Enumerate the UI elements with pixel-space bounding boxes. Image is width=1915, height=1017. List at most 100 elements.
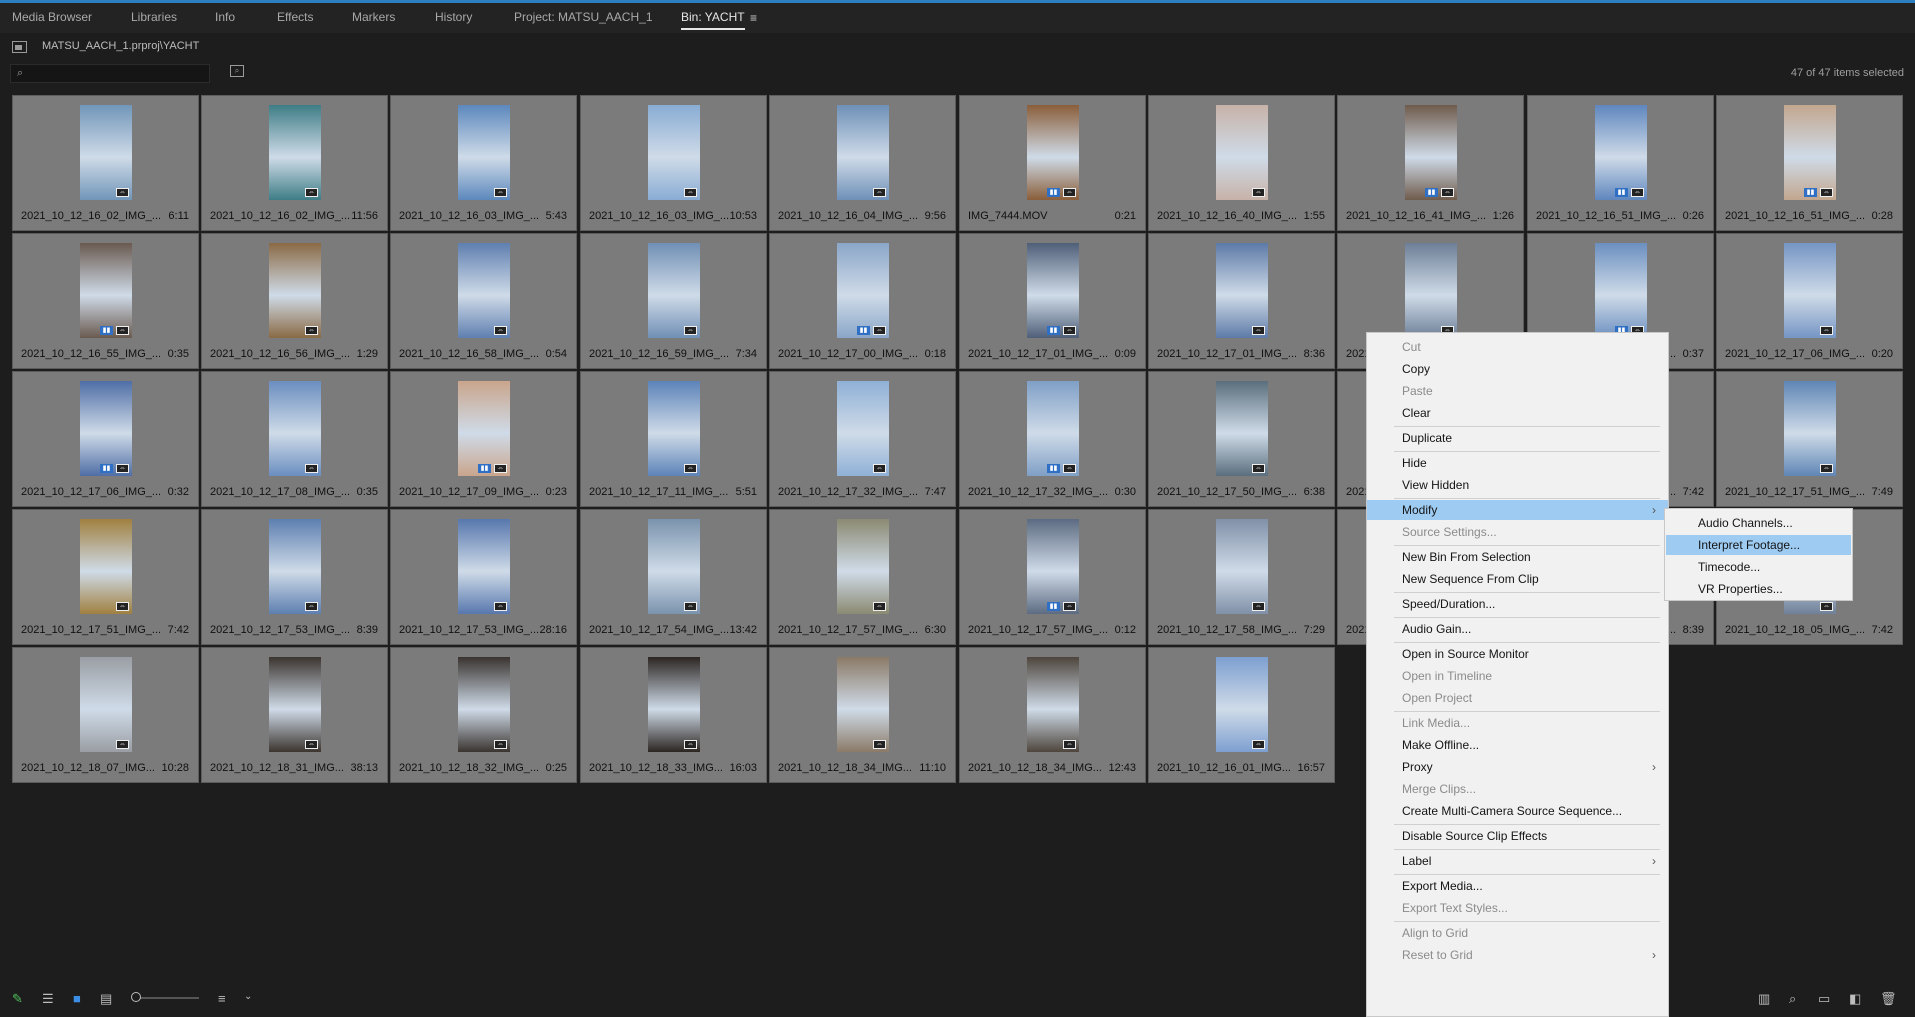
menu-item-audio-gain[interactable]: Audio Gain... xyxy=(1367,619,1668,639)
tab-effects[interactable]: Effects xyxy=(277,10,313,24)
clip-tile[interactable]: ⇔ ▮▮ 2021_10_12_17_00_IMG_... 0:18 xyxy=(769,233,956,369)
menu-item-label: Merge Clips... xyxy=(1402,782,1477,796)
clip-tile[interactable]: ⇔ 2021_10_12_17_57_IMG_... 6:30 xyxy=(769,509,956,645)
clip-thumbnail: ⇔ ▮▮ xyxy=(1027,519,1079,614)
clip-tile[interactable]: ⇔ ▮▮ 2021_10_12_17_32_IMG_... 0:30 xyxy=(959,371,1146,507)
video-badge-icon: ⇔ xyxy=(1252,188,1265,197)
tab-libraries[interactable]: Libraries xyxy=(131,10,177,24)
clip-tile[interactable]: ⇔ 2021_10_12_18_33_IMG... 16:03 xyxy=(580,647,767,783)
menu-item-modify[interactable]: Modify › xyxy=(1367,500,1668,520)
clip-tile[interactable]: ⇔ 2021_10_12_17_50_IMG_... 6:38 xyxy=(1148,371,1335,507)
clip-thumbnail: ⇔ ▮▮ xyxy=(1595,243,1647,338)
pencil-icon[interactable]: ✎ xyxy=(12,991,23,1007)
automate-to-sequence-icon[interactable]: ▥ xyxy=(1758,991,1770,1007)
clip-tile[interactable]: ⇔ ▮▮ 2021_10_12_17_01_IMG_... 0:09 xyxy=(959,233,1146,369)
video-badge-icon: ⇔ xyxy=(305,464,318,473)
tab-bin-yacht[interactable]: Bin: YACHT xyxy=(681,10,745,30)
clip-tile[interactable]: ⇔ 2021_10_12_16_03_IMG_... 5:43 xyxy=(390,95,577,231)
clip-tile[interactable]: ⇔ 2021_10_12_16_40_IMG_... 1:55 xyxy=(1148,95,1335,231)
clip-tile[interactable]: ⇔ ▮▮ 2021_10_12_17_57_IMG_... 0:12 xyxy=(959,509,1146,645)
clip-tile[interactable]: ⇔ 2021_10_12_17_51_IMG_... 7:42 xyxy=(12,509,199,645)
submenu-arrow-icon: › xyxy=(1652,948,1656,962)
zoom-slider-knob[interactable] xyxy=(131,992,141,1002)
menu-item-create-multi-camera-source-sequence[interactable]: Create Multi-Camera Source Sequence... xyxy=(1367,801,1668,821)
clip-tile[interactable]: ⇔ 2021_10_12_18_31_IMG... 38:13 xyxy=(201,647,388,783)
menu-item-new-sequence-from-clip[interactable]: New Sequence From Clip xyxy=(1367,569,1668,589)
clip-tile[interactable]: ⇔ 2021_10_12_16_04_IMG_... 9:56 xyxy=(769,95,956,231)
clip-tile[interactable]: ⇔ 2021_10_12_17_54_IMG_... 13:42 xyxy=(580,509,767,645)
clip-tile[interactable]: ⇔ 2021_10_12_16_01_IMG... 16:57 xyxy=(1148,647,1335,783)
clip-tile[interactable]: ⇔ 2021_10_12_18_34_IMG... 12:43 xyxy=(959,647,1146,783)
menu-item-speed-duration[interactable]: Speed/Duration... xyxy=(1367,594,1668,614)
clip-tile[interactable]: ⇔ 2021_10_12_16_56_IMG_... 1:29 xyxy=(201,233,388,369)
clip-tile[interactable]: ⇔ 2021_10_12_16_02_IMG_... 11:56 xyxy=(201,95,388,231)
menu-item-duplicate[interactable]: Duplicate xyxy=(1367,428,1668,448)
clip-tile[interactable]: ⇔ ▮▮ 2021_10_12_16_41_IMG_... 1:26 xyxy=(1337,95,1524,231)
clip-tile[interactable]: ⇔ ▮▮ 2021_10_12_16_55_IMG_... 0:35 xyxy=(12,233,199,369)
sort-icon[interactable]: ≡ xyxy=(218,991,226,1006)
freeform-view-icon[interactable]: ▤ xyxy=(100,991,112,1007)
search-input[interactable]: ⌕ xyxy=(10,64,210,83)
tab-info[interactable]: Info xyxy=(215,10,235,24)
trash-icon[interactable]: 🗑 xyxy=(1880,991,1897,1007)
chevron-down-icon[interactable]: ⌄ xyxy=(244,991,252,1002)
submenu-item-interpret-footage[interactable]: Interpret Footage... xyxy=(1666,535,1851,555)
zoom-slider[interactable] xyxy=(137,997,199,999)
clip-tile[interactable]: ⇔ ▮▮ 2021_10_12_16_51_IMG_... 0:26 xyxy=(1527,95,1714,231)
submenu-item-timecode[interactable]: Timecode... xyxy=(1666,557,1851,577)
new-item-icon[interactable]: ◧ xyxy=(1849,991,1861,1007)
new-bin-icon[interactable]: ▭ xyxy=(1818,991,1830,1007)
clip-tile[interactable]: ⇔ 2021_10_12_17_53_IMG_... 8:39 xyxy=(201,509,388,645)
find-icon[interactable]: ⌕ xyxy=(1789,991,1796,1007)
clip-tile[interactable]: ⇔ 2021_10_12_17_08_IMG_... 0:35 xyxy=(201,371,388,507)
clip-tile[interactable]: ⇔ ▮▮ 2021_10_12_17_06_IMG_... 0:32 xyxy=(12,371,199,507)
menu-item-export-media[interactable]: Export Media... xyxy=(1367,876,1668,896)
menu-item-disable-source-clip-effects[interactable]: Disable Source Clip Effects xyxy=(1367,826,1668,846)
clip-name: 2021_10_12_16_59_IMG_... xyxy=(589,348,730,360)
submenu-item-audio-channels[interactable]: Audio Channels... xyxy=(1666,513,1851,533)
icon-view-icon[interactable]: ■ xyxy=(73,991,81,1006)
menu-item-new-bin-from-selection[interactable]: New Bin From Selection xyxy=(1367,547,1668,567)
clip-tile[interactable]: ⇔ 2021_10_12_18_07_IMG... 10:28 xyxy=(12,647,199,783)
menu-item-hide[interactable]: Hide xyxy=(1367,453,1668,473)
clip-tile[interactable]: ⇔ 2021_10_12_18_34_IMG... 11:10 xyxy=(769,647,956,783)
video-badge-icon: ⇔ xyxy=(873,464,886,473)
tab-markers[interactable]: Markers xyxy=(352,10,395,24)
menu-item-clear[interactable]: Clear xyxy=(1367,403,1668,423)
clip-tile[interactable]: ⇔ 2021_10_12_18_32_IMG_... 0:25 xyxy=(390,647,577,783)
new-search-bin-icon[interactable]: ⌕ xyxy=(230,65,244,77)
clip-duration: 0:35 xyxy=(167,348,189,360)
clip-tile[interactable]: ⇔ 2021_10_12_17_32_IMG_... 7:47 xyxy=(769,371,956,507)
clip-tile[interactable]: ⇔ 2021_10_12_16_59_IMG_... 7:34 xyxy=(580,233,767,369)
tab-history[interactable]: History xyxy=(435,10,472,24)
clip-tile[interactable]: ⇔ 2021_10_12_17_58_IMG_... 7:29 xyxy=(1148,509,1335,645)
clip-tile[interactable]: ⇔ 2021_10_12_17_11_IMG_... 5:51 xyxy=(580,371,767,507)
clip-tile[interactable]: ⇔ ▮▮ 2021_10_12_17_09_IMG_... 0:23 xyxy=(390,371,577,507)
clip-tile[interactable]: ⇔ 2021_10_12_17_06_IMG_... 0:20 xyxy=(1716,233,1903,369)
submenu-item-vr-properties[interactable]: VR Properties... xyxy=(1666,579,1851,599)
tab-menu-icon[interactable]: ≡ xyxy=(750,11,757,25)
clip-thumbnail: ⇔ xyxy=(269,243,321,338)
clip-tile[interactable]: ⇔ 2021_10_12_17_53_IMG_... 28:16 xyxy=(390,509,577,645)
menu-item-copy[interactable]: Copy xyxy=(1367,359,1668,379)
menu-item-view-hidden[interactable]: View Hidden xyxy=(1367,475,1668,495)
clip-tile[interactable]: ⇔ 2021_10_12_16_02_IMG_... 6:11 xyxy=(12,95,199,231)
clip-tile[interactable]: ⇔ 2021_10_12_17_51_IMG_... 7:49 xyxy=(1716,371,1903,507)
menu-item-open-in-source-monitor[interactable]: Open in Source Monitor xyxy=(1367,644,1668,664)
clip-tile[interactable]: ⇔ 2021_10_12_16_58_IMG_... 0:54 xyxy=(390,233,577,369)
menu-item-proxy[interactable]: Proxy › xyxy=(1367,757,1668,777)
clip-tile[interactable]: ⇔ ▮▮ 2021_10_12_16_51_IMG_... 0:28 xyxy=(1716,95,1903,231)
menu-item-label[interactable]: Label › xyxy=(1367,851,1668,871)
clip-name: 2021_10_12_18_05_IMG_... xyxy=(1725,624,1866,636)
tab-media-browser[interactable]: Media Browser xyxy=(12,10,92,24)
tab-project[interactable]: Project: MATSU_AACH_1 xyxy=(514,10,653,24)
list-view-icon[interactable]: ☰ xyxy=(42,991,54,1007)
video-badge-icon: ⇔ xyxy=(873,326,886,335)
clip-tile[interactable]: ⇔ 2021_10_12_16_03_IMG_... 10:53 xyxy=(580,95,767,231)
clip-name: 2021_10_12_18_32_IMG_... xyxy=(399,762,540,774)
clip-tile[interactable]: ⇔ ▮▮ IMG_7444.MOV 0:21 xyxy=(959,95,1146,231)
clip-name: 2021_10_12_17_53_IMG_... xyxy=(210,624,351,636)
clip-tile[interactable]: ⇔ 2021_10_12_17_01_IMG_... 8:36 xyxy=(1148,233,1335,369)
menu-item-make-offline[interactable]: Make Offline... xyxy=(1367,735,1668,755)
bin-folder-icon[interactable] xyxy=(12,41,27,53)
